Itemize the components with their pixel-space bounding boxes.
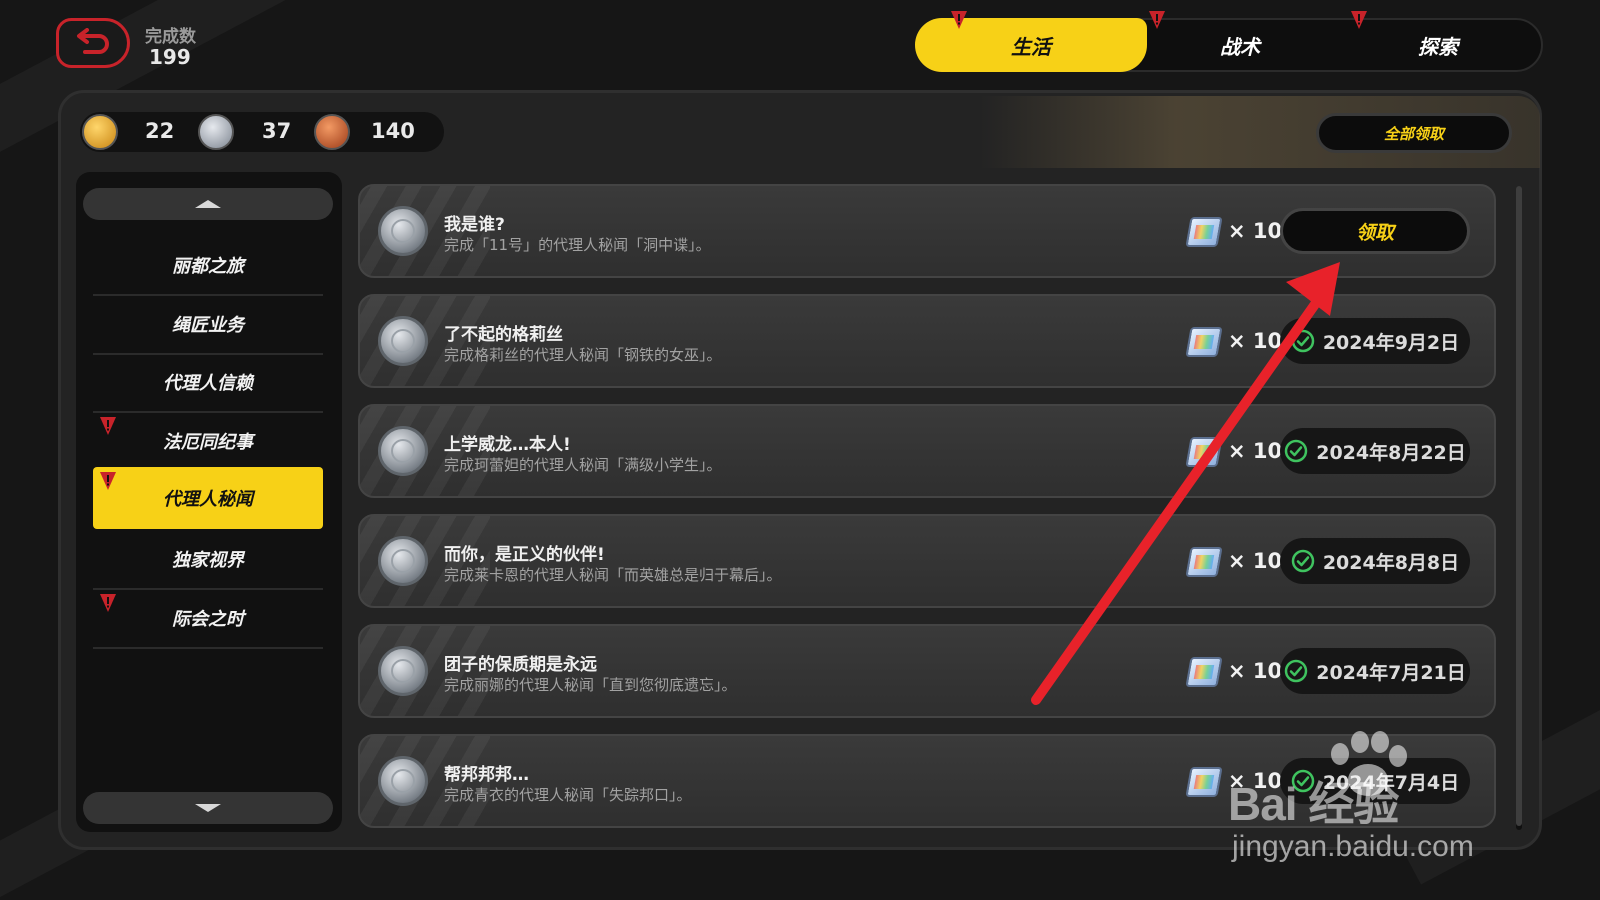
task-row: 我是谁? 完成「11号」的代理人秘闻「洞中谍」。 × 10 领取 xyxy=(358,184,1496,278)
claim-all-button[interactable]: 全部领取 xyxy=(1316,113,1512,153)
film-reward-icon xyxy=(1185,217,1223,247)
silver-medal-icon xyxy=(198,114,234,150)
sidebar-item[interactable]: 独家视界 xyxy=(93,530,323,590)
completion-date: 2024年8月8日 xyxy=(1322,551,1460,574)
sidebar-scroll-down-button[interactable] xyxy=(83,792,333,824)
sidebar-item-label: 绳匠业务 xyxy=(172,315,244,336)
check-circle-icon xyxy=(1284,659,1308,683)
gold-medal-icon xyxy=(82,114,118,150)
check-circle-icon xyxy=(1291,329,1315,353)
check-circle-icon xyxy=(1291,549,1315,573)
silver-medal-icon xyxy=(378,536,428,586)
sidebar-item-label: 代理人信赖 xyxy=(163,373,253,394)
task-description: 完成青衣的代理人秘闻「失踪邦口」。 xyxy=(444,786,692,804)
reward-quantity: × 10 xyxy=(1228,549,1283,573)
film-reward-icon xyxy=(1185,657,1223,687)
alert-icon xyxy=(99,416,117,436)
check-circle-icon xyxy=(1284,439,1308,463)
task-row: 了不起的格莉丝 完成格莉丝的代理人秘闻「钢铁的女巫」。 × 10 2024年9月2日 xyxy=(358,294,1496,388)
task-row: 团子的保质期是永远 完成丽娜的代理人秘闻「直到您彻底遗忘」。 × 10 2024年7月… xyxy=(358,624,1496,718)
task-row: 上学威龙…本人! 完成珂蕾妲的代理人秘闻「满级小学生」。 × 10 2024年8月22… xyxy=(358,404,1496,498)
back-button[interactable] xyxy=(56,18,130,68)
silver-medal-icon xyxy=(378,756,428,806)
chevron-down-icon xyxy=(195,804,221,812)
silver-medal-count: 37 xyxy=(262,119,292,143)
completed-date-badge: 2024年8月8日 xyxy=(1280,538,1470,584)
silver-medal-icon xyxy=(378,426,428,476)
film-reward-icon xyxy=(1185,767,1223,797)
reward-quantity: × 10 xyxy=(1228,219,1283,243)
task-title: 团子的保质期是永远 xyxy=(444,655,597,675)
sidebar-item[interactable]: 绳匠业务 xyxy=(93,295,323,355)
film-reward-icon xyxy=(1185,437,1223,467)
bronze-medal-count: 140 xyxy=(371,119,415,143)
alert-icon xyxy=(99,593,117,613)
task-description: 完成珂蕾妲的代理人秘闻「满级小学生」。 xyxy=(444,456,722,474)
alert-icon xyxy=(99,471,117,491)
completion-date: 2024年8月22日 xyxy=(1316,441,1466,464)
task-title: 我是谁? xyxy=(444,215,505,235)
task-title: 帮邦邦邦… xyxy=(444,765,529,785)
watermark-url: jingyan.baidu.com xyxy=(1232,830,1474,863)
chevron-up-icon xyxy=(195,200,221,208)
completion-date: 2024年7月21日 xyxy=(1316,661,1466,684)
category-tabs: 生活 战术 探索 xyxy=(915,18,1543,72)
sidebar-item-label: 代理人秘闻 xyxy=(163,489,253,510)
task-title: 上学威龙…本人! xyxy=(444,435,571,455)
sidebar-item-label: 独家视界 xyxy=(172,550,244,571)
alert-icon xyxy=(1350,10,1368,30)
task-list-scrollbar[interactable] xyxy=(1516,186,1522,830)
claim-button[interactable]: 领取 xyxy=(1280,208,1470,254)
film-reward-icon xyxy=(1185,547,1223,577)
sidebar-item-label: 际会之时 xyxy=(172,609,244,630)
task-title: 而你，是正义的伙伴! xyxy=(444,545,605,565)
completion-label: 完成数 xyxy=(145,27,196,47)
reward-quantity: × 10 xyxy=(1228,439,1283,463)
alert-icon xyxy=(1148,10,1166,30)
sidebar-item[interactable]: 丽都之旅 xyxy=(93,236,323,296)
completed-date-badge: 2024年9月2日 xyxy=(1280,318,1470,364)
silver-medal-icon xyxy=(378,316,428,366)
task-row: 而你，是正义的伙伴! 完成莱卡恩的代理人秘闻「而英雄总是归于幕后」。 × 10 202… xyxy=(358,514,1496,608)
sidebar-item[interactable]: 际会之时 xyxy=(93,589,323,649)
sidebar-item[interactable]: 代理人秘闻 xyxy=(93,467,323,529)
task-title: 了不起的格莉丝 xyxy=(444,325,563,345)
sidebar-item-label: 法厄同纪事 xyxy=(163,432,253,453)
silver-medal-icon xyxy=(378,646,428,696)
sidebar-item[interactable]: 代理人信赖 xyxy=(93,353,323,413)
watermark-logo: Bai 经验 xyxy=(1228,778,1399,830)
task-description: 完成格莉丝的代理人秘闻「钢铁的女巫」。 xyxy=(444,346,722,364)
completed-date-badge: 2024年7月21日 xyxy=(1280,648,1470,694)
sidebar-item-label: 丽都之旅 xyxy=(172,256,244,277)
task-description: 完成「11号」的代理人秘闻「洞中谍」。 xyxy=(444,236,711,254)
completion-date: 2024年9月2日 xyxy=(1322,331,1460,354)
alert-icon xyxy=(950,10,968,30)
reward-quantity: × 10 xyxy=(1228,329,1283,353)
gold-medal-count: 22 xyxy=(145,119,175,143)
back-arrow-icon xyxy=(77,28,109,54)
film-reward-icon xyxy=(1185,327,1223,357)
silver-medal-icon xyxy=(378,206,428,256)
sidebar-item[interactable]: 法厄同纪事 xyxy=(93,412,323,472)
reward-quantity: × 10 xyxy=(1228,659,1283,683)
completion-count: 199 xyxy=(149,45,191,69)
task-description: 完成丽娜的代理人秘闻「直到您彻底遗忘」。 xyxy=(444,676,737,694)
bronze-medal-icon xyxy=(314,114,350,150)
scrollbar-thumb[interactable] xyxy=(1516,186,1522,826)
completed-date-badge: 2024年8月22日 xyxy=(1280,428,1470,474)
task-description: 完成莱卡恩的代理人秘闻「而英雄总是归于幕后」。 xyxy=(444,566,782,584)
sidebar-scroll-up-button[interactable] xyxy=(83,188,333,220)
